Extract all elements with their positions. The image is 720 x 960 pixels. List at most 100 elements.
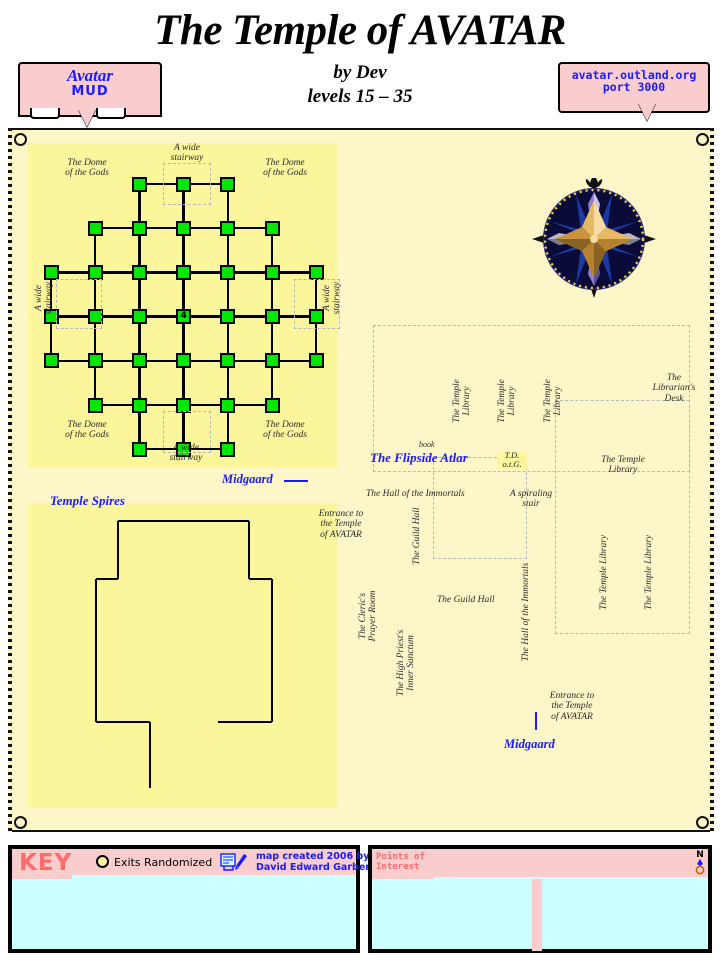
label-wide-stairway-s: A wide stairway bbox=[169, 443, 203, 464]
map-edge bbox=[270, 656, 274, 722]
map-room-node[interactable] bbox=[87, 397, 103, 413]
mud-name-line2: MUD bbox=[71, 83, 109, 99]
map-room-node[interactable] bbox=[131, 397, 147, 413]
map-room-node[interactable] bbox=[264, 397, 280, 413]
label-hall-of-immortals: The Hall of the Immortals bbox=[366, 489, 465, 499]
exits-randomized-icon bbox=[96, 855, 109, 868]
server-address-banner: avatar.outland.org port 3000 bbox=[558, 62, 710, 113]
map-room-node[interactable] bbox=[43, 353, 59, 369]
label-dome-se: The Dome of the Gods bbox=[263, 420, 307, 441]
map-edge bbox=[218, 720, 272, 724]
scroll-curl-icon bbox=[14, 133, 27, 146]
zone-temple-spires bbox=[28, 503, 338, 808]
map-credit-line2: David Edward Garber bbox=[256, 862, 370, 873]
label-temple-library-1: The Temple Library bbox=[452, 379, 473, 423]
map-room-node-4[interactable]: 4 bbox=[176, 309, 192, 325]
poi-divider-band bbox=[532, 879, 542, 951]
zone-label-temple-spires: Temple Spires bbox=[50, 493, 125, 508]
map-page: The Temple of AVATAR by Dev levels 15 – … bbox=[0, 0, 720, 960]
mud-name-line1: Avatar bbox=[67, 66, 113, 85]
label-clerics-prayer-room: The Cleric's Prayer Room bbox=[358, 590, 379, 642]
dashed-area-stairway-north bbox=[163, 163, 211, 205]
map-edge bbox=[94, 579, 98, 656]
map-room-node[interactable] bbox=[131, 353, 147, 369]
label-librarians-desk: The Librarian's Desk bbox=[652, 373, 696, 404]
north-indicator: N bbox=[694, 851, 706, 875]
exit-label-midgaard-south: Midgaard bbox=[504, 737, 555, 751]
label-wide-stairway-w: A wide stairway bbox=[34, 281, 55, 315]
map-room-node[interactable] bbox=[264, 220, 280, 236]
map-room-node[interactable] bbox=[264, 353, 280, 369]
map-room-node[interactable] bbox=[131, 176, 147, 192]
key-heading: KEY bbox=[19, 850, 73, 876]
map-room-node[interactable] bbox=[131, 220, 147, 236]
label-temple-library-3: The Temple Library bbox=[543, 379, 564, 423]
map-room-node[interactable] bbox=[87, 353, 103, 369]
map-edge bbox=[96, 720, 150, 724]
poi-heading-line1: Points of bbox=[376, 852, 425, 862]
map-room-node[interactable] bbox=[264, 309, 280, 325]
map-room-node[interactable] bbox=[131, 441, 147, 457]
map-room-node[interactable] bbox=[131, 264, 147, 280]
banner-left-tail bbox=[78, 109, 96, 127]
scroll-curl-icon bbox=[14, 816, 27, 829]
banner-notch-left bbox=[30, 108, 60, 119]
scroll-curl-icon bbox=[696, 816, 709, 829]
compass-rose-icon bbox=[530, 176, 658, 300]
map-edge bbox=[94, 656, 98, 722]
label-spiraling-stair: A spiraling stair bbox=[509, 489, 553, 510]
exit-line-midgaard-west bbox=[284, 480, 308, 482]
map-edge bbox=[148, 722, 152, 788]
label-wide-stairway-e: A wide stairway bbox=[322, 281, 343, 315]
server-port: port 3000 bbox=[602, 80, 666, 95]
label-temple-library-2: The Temple Library bbox=[497, 379, 518, 423]
map-room-node[interactable] bbox=[220, 397, 236, 413]
map-room-node[interactable] bbox=[308, 353, 324, 369]
label-wide-stairway-n: A wide stairway bbox=[170, 143, 204, 164]
key-legend-panel: KEY Exits Randomized map created 2006 by… bbox=[8, 845, 370, 953]
banner-right-tail bbox=[638, 103, 656, 121]
label-book: book bbox=[419, 440, 435, 449]
map-room-node[interactable] bbox=[176, 353, 192, 369]
label-temple-library-6: The Temple Library bbox=[644, 534, 654, 610]
label-td-otg: T.D. o.t.G. bbox=[497, 451, 527, 469]
map-room-node[interactable] bbox=[87, 264, 103, 280]
map-room-node[interactable] bbox=[220, 220, 236, 236]
map-room-node[interactable] bbox=[176, 264, 192, 280]
map-room-node[interactable] bbox=[220, 441, 236, 457]
map-edge bbox=[249, 577, 272, 581]
map-credit-icon bbox=[220, 852, 256, 877]
map-room-node[interactable] bbox=[176, 220, 192, 236]
page-title: The Temple of AVATAR bbox=[154, 7, 566, 54]
exits-randomized-label: Exits Randomized bbox=[114, 856, 213, 869]
dashed-area-stairway-west bbox=[56, 279, 102, 329]
label-temple-library-5: The Temple Library bbox=[599, 534, 609, 610]
dashed-area-library-lower bbox=[555, 400, 690, 634]
label-dome-sw: The Dome of the Gods bbox=[65, 420, 109, 441]
scroll-curl-icon bbox=[696, 133, 709, 146]
label-hall-immortals-vertical: The Hall of the Immortals bbox=[521, 562, 531, 662]
map-edge bbox=[183, 519, 249, 523]
map-edge bbox=[247, 521, 251, 579]
label-dome-ne: The Dome of the Gods bbox=[263, 158, 307, 179]
map-room-node[interactable] bbox=[264, 264, 280, 280]
map-room-node[interactable] bbox=[220, 353, 236, 369]
map-edge bbox=[96, 577, 118, 581]
banner-notch-right bbox=[96, 108, 126, 119]
label-entrance-temple-west: Entrance to the Temple of AVATAR bbox=[318, 509, 364, 540]
map-room-node[interactable] bbox=[220, 264, 236, 280]
poi-heading-line2: Interest bbox=[376, 862, 420, 872]
map-room-node[interactable] bbox=[87, 220, 103, 236]
map-room-node[interactable] bbox=[220, 176, 236, 192]
label-entrance-temple-south: Entrance to the Temple of AVATAR bbox=[549, 691, 595, 722]
label-temple-library-4: The Temple Library bbox=[601, 455, 645, 476]
map-edge bbox=[270, 579, 274, 656]
exit-label-midgaard-west: Midgaard bbox=[222, 472, 273, 486]
map-edge bbox=[118, 519, 183, 523]
map-room-node[interactable] bbox=[131, 309, 147, 325]
label-guild-hall-1: The Guild Hall bbox=[412, 507, 422, 565]
label-dome-nw: The Dome of the Gods bbox=[65, 158, 109, 179]
label-high-priests-sanctum: The High Priest's Inner Sanctum bbox=[396, 629, 417, 697]
zone-label-flipside-atlar: The Flipside Atlar bbox=[370, 450, 468, 465]
map-room-node[interactable] bbox=[220, 309, 236, 325]
